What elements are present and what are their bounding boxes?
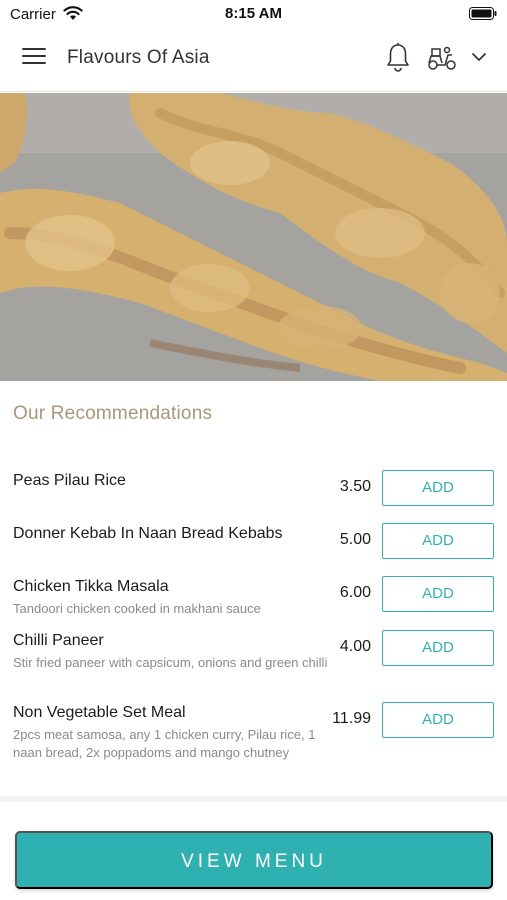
item-name: Chicken Tikka Masala bbox=[13, 578, 169, 595]
divider bbox=[0, 796, 507, 802]
item-name: Non Vegetable Set Meal bbox=[13, 704, 186, 721]
add-button[interactable]: ADD bbox=[382, 523, 494, 559]
add-button[interactable]: ADD bbox=[382, 470, 494, 506]
item-price: 11.99 bbox=[332, 710, 371, 727]
chicken-skewer-image bbox=[0, 93, 507, 381]
add-button[interactable]: ADD bbox=[382, 702, 494, 738]
menu-icon[interactable] bbox=[22, 48, 46, 70]
bell-icon[interactable] bbox=[385, 42, 411, 72]
view-menu-button[interactable]: VIEW MENU bbox=[15, 831, 493, 889]
status-bar: Carrier 8:15 AM bbox=[0, 0, 507, 28]
scooter-icon[interactable] bbox=[426, 45, 458, 71]
item-name: Donner Kebab In Naan Bread Kebabs bbox=[13, 525, 283, 542]
item-price: 3.50 bbox=[339, 478, 371, 495]
add-button[interactable]: ADD bbox=[382, 630, 494, 666]
item-description: Tandoori chicken cooked in makhani sauce bbox=[13, 601, 261, 616]
battery-icon bbox=[469, 7, 497, 20]
status-time: 8:15 AM bbox=[225, 5, 282, 22]
item-price: 5.00 bbox=[339, 531, 371, 548]
hero-image bbox=[0, 93, 507, 381]
app-header: Flavours Of Asia bbox=[0, 28, 507, 92]
chevron-down-icon[interactable] bbox=[470, 50, 488, 64]
recommendations-title: Our Recommendations bbox=[13, 403, 213, 424]
item-name: Chilli Paneer bbox=[13, 632, 104, 649]
item-price: 4.00 bbox=[339, 638, 371, 655]
page-title: Flavours Of Asia bbox=[67, 47, 210, 68]
add-button[interactable]: ADD bbox=[382, 576, 494, 612]
item-price: 6.00 bbox=[339, 584, 371, 601]
item-description: Stir fried paneer with capsicum, onions … bbox=[13, 655, 328, 670]
item-name: Peas Pilau Rice bbox=[13, 472, 126, 489]
item-description: 2pcs meat samosa, any 1 chicken curry, P… bbox=[13, 727, 316, 760]
